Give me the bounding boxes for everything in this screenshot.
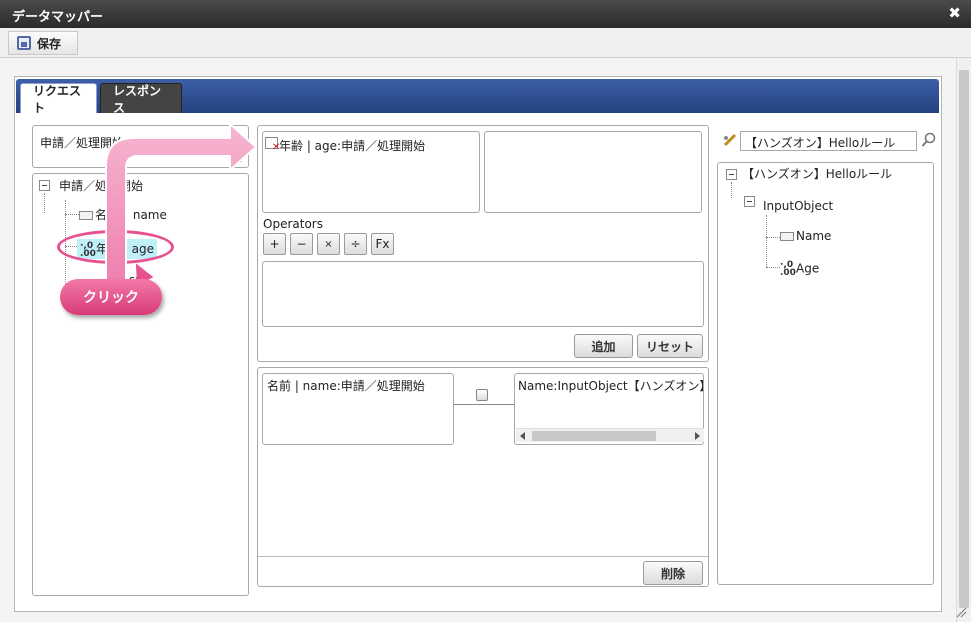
target-tree: 【ハンズオン】Helloルール InputObject Name ⋅,0.00A… [717, 162, 934, 585]
selector-resize-icon [230, 152, 242, 162]
resize-grip-icon[interactable] [955, 606, 967, 618]
save-button-label: 保存 [37, 36, 62, 51]
reset-button[interactable]: リセット [637, 334, 703, 358]
target-field-age-label: Age [796, 261, 820, 276]
highlight-ellipse [57, 230, 174, 264]
operator-divide-button[interactable]: ÷ [344, 233, 367, 255]
mapping-source-box[interactable]: 名前 | name:申請／処理開始 [262, 373, 454, 445]
window-title: データマッパー [12, 10, 104, 25]
save-icon [17, 36, 31, 50]
operator-multiply-button[interactable]: × [317, 233, 340, 255]
page-scrollbar[interactable] [956, 58, 971, 622]
target-tree-root[interactable]: 【ハンズオン】Helloルール [742, 165, 892, 182]
tree-item-name-partial: 名 [95, 208, 108, 222]
scroll-right-icon[interactable] [695, 432, 700, 440]
scroll-left-icon[interactable] [520, 432, 525, 440]
click-callout: クリック [60, 279, 162, 315]
expression-area[interactable] [262, 261, 704, 327]
tab-bar: リクエスト レスポンス [16, 79, 939, 115]
delete-button[interactable]: 削除 [643, 561, 703, 585]
mapping-target-label: Name:InputObject【ハンズオン】Hel [518, 379, 703, 393]
save-button[interactable]: 保存 [8, 31, 78, 55]
collapse-icon[interactable] [39, 180, 50, 191]
expression-item-label: 年齢 | age:申請／処理開始 [279, 139, 426, 153]
target-tree-field-name[interactable]: Name [780, 229, 831, 243]
mapping-checkbox[interactable] [476, 389, 488, 401]
operator-plus-button[interactable]: + [263, 233, 286, 255]
source-selector[interactable]: 申請／処理開始 [32, 125, 249, 168]
window-title-bar: データマッパー ✖ [0, 0, 971, 28]
source-selector-value: 申請／処理開始 [40, 136, 125, 150]
close-icon[interactable]: ✖ [948, 4, 961, 22]
number-field-icon: ⋅,0.00 [780, 260, 796, 278]
collapse-icon[interactable] [726, 169, 737, 180]
tab-response[interactable]: レスポンス [100, 83, 182, 115]
tab-request[interactable]: リクエスト [20, 83, 97, 115]
collapse-icon[interactable] [744, 196, 755, 207]
string-field-icon [780, 232, 794, 241]
target-tree-field-age[interactable]: ⋅,0.00Age [780, 260, 820, 278]
search-icon[interactable] [921, 132, 937, 148]
mapping-target-hscroll[interactable] [516, 428, 704, 442]
toolbar: 保存 [0, 28, 971, 58]
rule-search-input[interactable]: 【ハンズオン】Helloルール [740, 131, 917, 151]
hscroll-thumb[interactable] [532, 431, 656, 441]
operators-label: Operators [263, 217, 323, 231]
edit-rule-icon[interactable] [723, 133, 737, 147]
expression-target-box[interactable] [484, 131, 702, 213]
tree-item-name-rest: name [132, 208, 167, 222]
target-field-name-label: Name [796, 229, 832, 243]
target-tree-object[interactable]: InputObject [763, 199, 833, 213]
mapping-source-label: 名前 | name:申請／処理開始 [267, 379, 425, 393]
add-button[interactable]: 追加 [574, 334, 633, 358]
tree-root[interactable]: 申請／処理開始 [59, 177, 143, 194]
tree-item-name[interactable]: 名 name [79, 206, 167, 223]
mapping-connector [454, 404, 514, 405]
page-scrollbar-thumb[interactable] [959, 70, 969, 608]
expression-source-box[interactable]: ✕ 年齢 | age:申請／処理開始 [262, 131, 480, 213]
string-field-icon [79, 211, 93, 220]
operator-minus-button[interactable]: − [290, 233, 313, 255]
operator-function-button[interactable]: Fx [371, 233, 394, 255]
mapping-divider [258, 556, 708, 557]
